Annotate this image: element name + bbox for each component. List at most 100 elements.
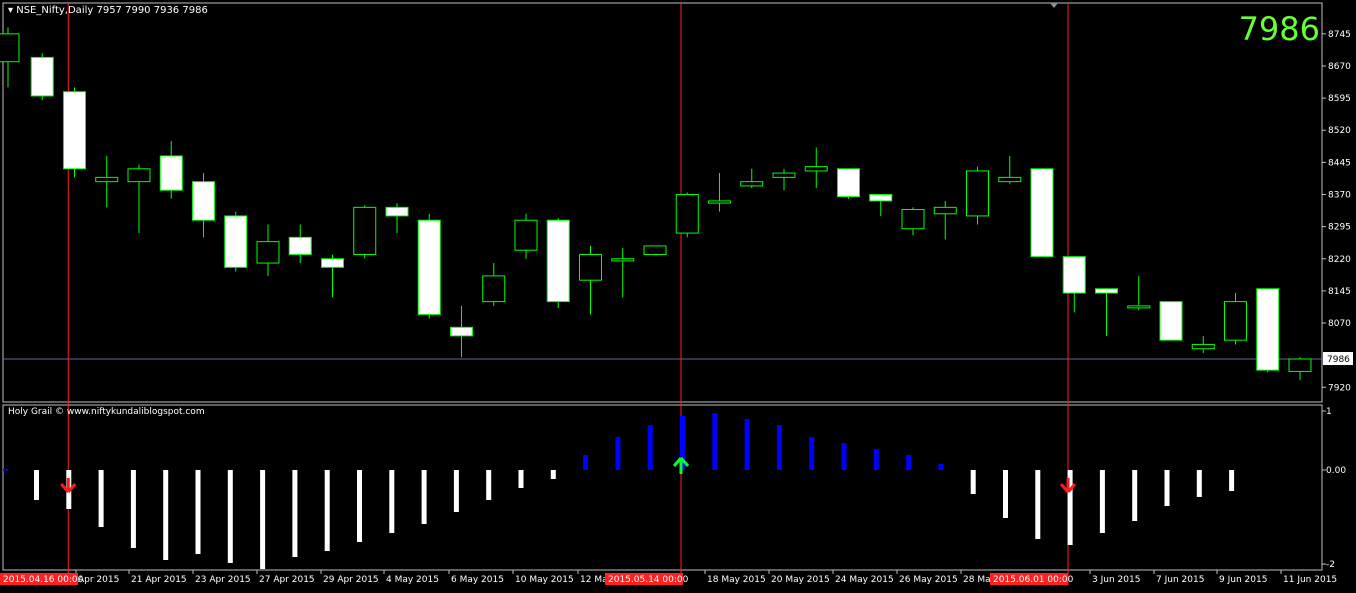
time-label: 11 Jun 2015 [1283,575,1337,585]
candle-body [514,219,538,251]
indicator-tick-label: -2 [1326,560,1335,570]
indicator-tick-label: 1 [1326,407,1332,417]
price-tick-label: 8745 [1328,30,1351,40]
indicator-bar [324,470,330,551]
time-label: 9 Jun 2015 [1219,575,1267,585]
candle-body [159,155,183,191]
indicator-bar [260,470,266,569]
time-label: Apr 2015 [78,575,119,585]
candle-body [708,200,731,204]
indicator-bar [98,470,104,527]
price-tick-label: 8370 [1328,191,1351,201]
indicator-bar [744,419,750,470]
indicator-bar [583,455,589,470]
candle-body [417,219,441,315]
candle-body [546,219,570,303]
price-tick-label: 8220 [1328,255,1351,265]
time-label: 20 May 2015 [771,575,830,585]
candle-body [772,172,796,178]
candle-body [901,209,925,230]
symbol-title: ▾ NSE_Nifty,Daily 7957 7990 7936 7986 [8,5,208,16]
indicator-bar [841,443,847,470]
time-highlight-label: 2015.04.16 00:00 [3,575,84,585]
indicator-bar [906,455,912,470]
candle-body [675,194,699,234]
candle-body [256,241,280,264]
indicator-bar [615,437,621,470]
up-arrow-icon [672,457,690,474]
price-tick-label: 8445 [1328,158,1351,168]
candle-body [579,253,602,281]
indicator-bar [453,470,459,512]
dropdown-triangle-icon[interactable]: ▾ [8,5,13,16]
candle-body [837,168,860,198]
candle-body [0,33,20,63]
indicator-bar [292,470,298,557]
time-label: 3 Jun 2015 [1092,575,1140,585]
indicator-histogram [3,413,1235,569]
indicator-axis: 1 0.00 -2 [1322,407,1346,570]
candle-body [127,168,151,183]
time-label: 26 May 2015 [899,575,958,585]
down-arrow-icon [60,478,77,493]
indicator-bar [809,437,815,470]
candle-body [1127,305,1151,309]
current-price-label: 7986 [1327,355,1350,365]
indicator-bar [195,470,201,554]
time-label: 6 May 2015 [451,575,504,585]
chart-canvas[interactable]: 8745 8670 8595 8520 8445 8370 8295 8220 8145 8070… [0,0,1356,589]
candle-body [95,176,119,183]
candle-body [1062,256,1086,294]
candle-body [321,258,344,268]
candle-body [224,215,248,268]
scroll-marker [1050,3,1058,8]
time-highlight-label: 2015.05.14 00:00 [608,575,689,585]
candle-body [933,206,957,215]
candle-body [63,91,86,170]
indicator-bar [938,464,944,470]
candle-body [385,206,409,217]
indicator-tick-label: 0.00 [1326,466,1346,476]
price-tick-label: 8295 [1328,223,1351,233]
indicator-bar [34,470,39,500]
time-label: 18 May 2015 [707,575,766,585]
indicator-bar [1035,470,1041,539]
indicator-bar [163,470,169,560]
indicator-bar [1196,470,1202,497]
indicator-bar [1132,470,1138,521]
time-label: 21 Apr 2015 [131,575,187,585]
candle-body [353,206,377,255]
indicator-bar [970,470,976,494]
indicator-bar [3,468,8,471]
candle-body [869,194,893,202]
last-price-display: 7986 [1238,10,1320,48]
indicator-bar [130,470,136,548]
time-label: 24 May 2015 [835,575,894,585]
time-label: 28 Ma [963,575,991,585]
candle-body [611,258,635,262]
chart-window[interactable]: 8745 8670 8595 8520 8445 8370 8295 8220 8145 8070… [0,0,1356,589]
indicator-bar [1229,470,1235,491]
time-label: 27 Apr 2015 [259,575,315,585]
time-axis: Apr 2015 21 Apr 2015 23 Apr 2015 27 Apr 201… [0,570,1337,585]
indicator-bar [873,449,879,470]
indicator-bar [518,470,524,488]
indicator-bar [227,470,233,563]
indicator-bar [1164,470,1170,506]
candle-body [1095,288,1118,294]
candle-body [450,326,473,337]
candle-body [482,275,506,303]
candle-body [1191,343,1215,350]
candle-body [998,176,1022,183]
candle-body [30,56,54,97]
price-tick-label: 8145 [1328,287,1351,297]
symbol-title-text: NSE_Nifty,Daily 7957 7990 7936 7986 [16,5,208,16]
time-label: 4 May 2015 [386,575,439,585]
candlestick-series[interactable] [0,27,1312,381]
candle-body [804,166,828,172]
indicator-bar [1099,470,1105,533]
candle-body [740,181,764,187]
indicator-bar [712,413,718,470]
candle-body [1159,301,1183,341]
indicator-bar [1003,470,1008,518]
